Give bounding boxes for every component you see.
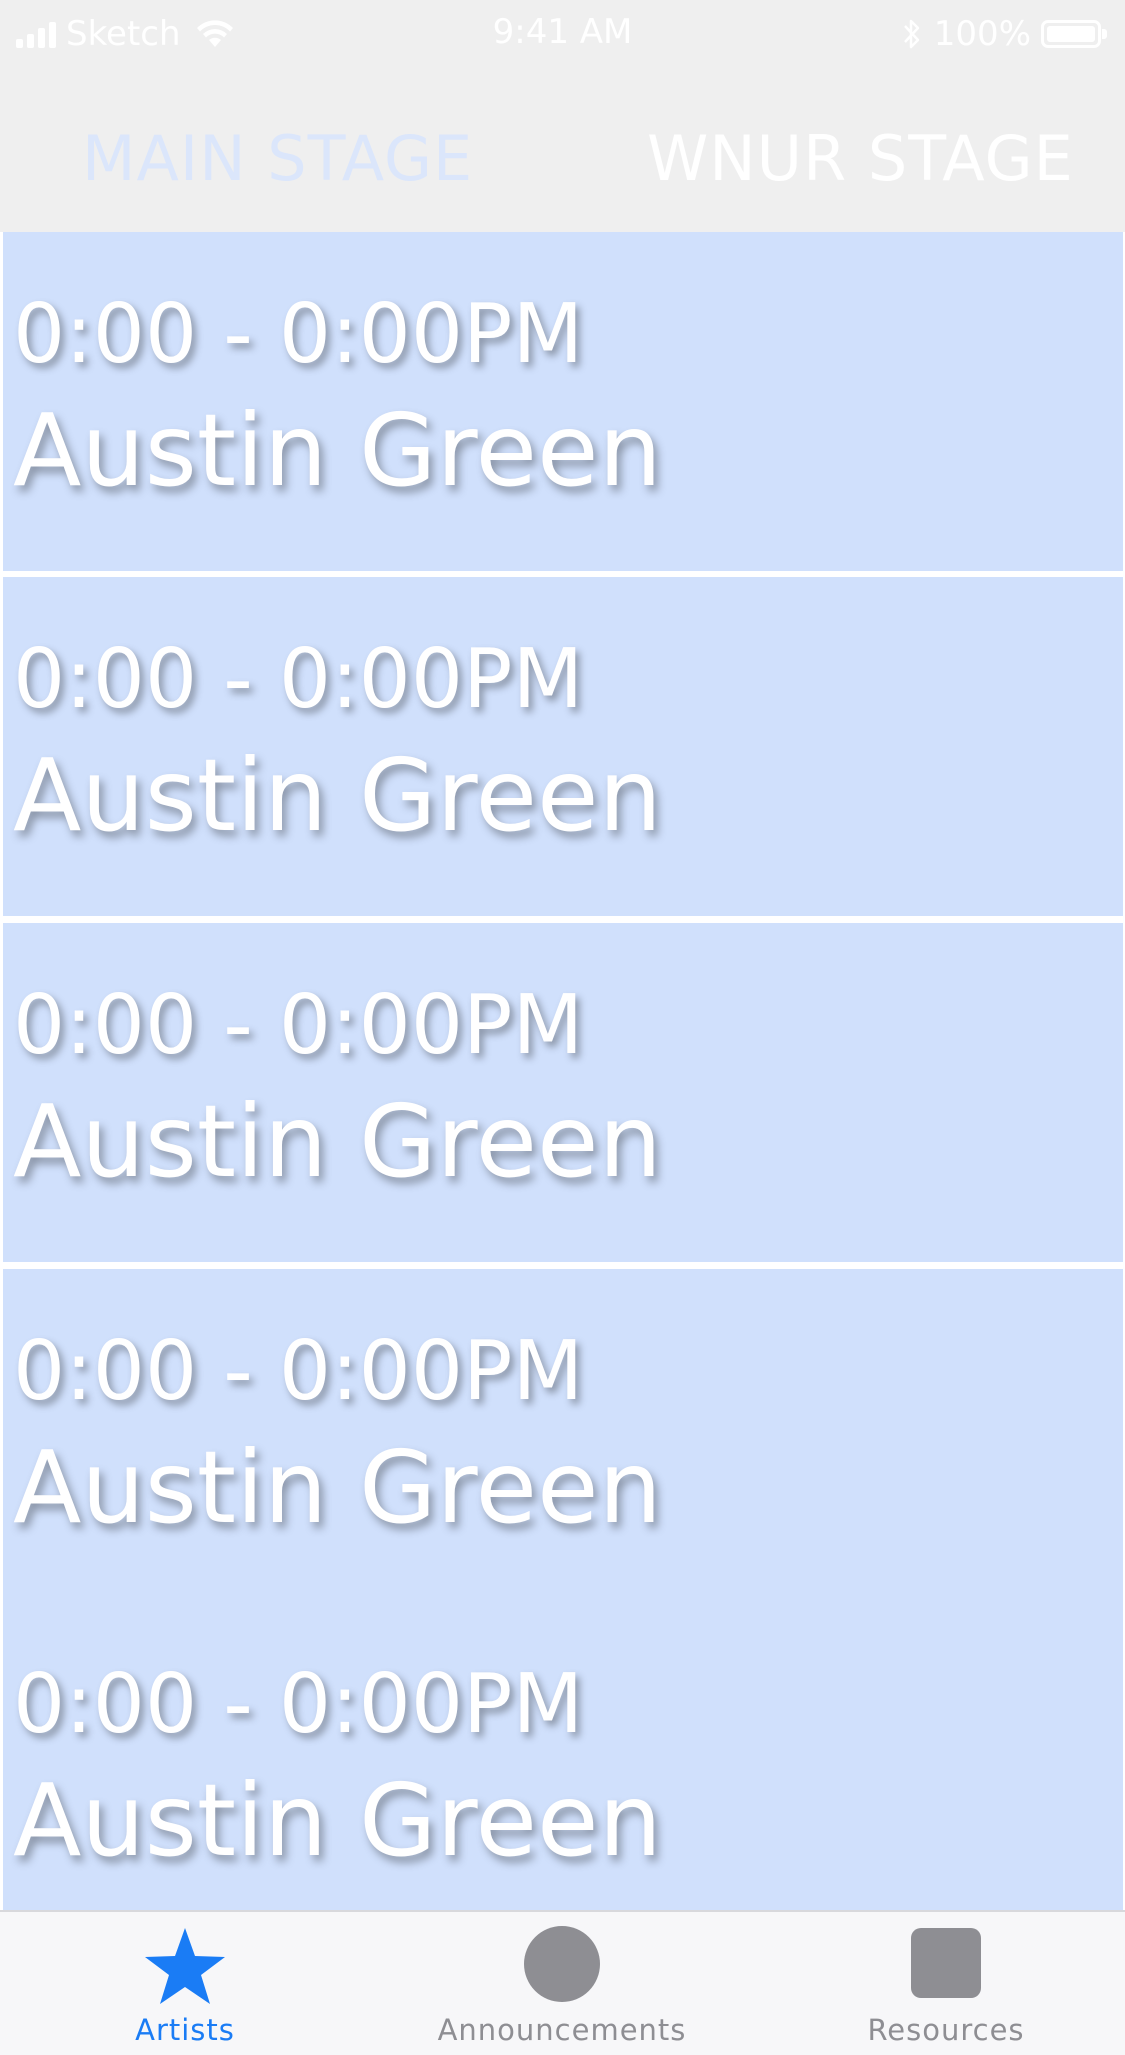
stage-selector: MAIN STAGE WNUR STAGE <box>0 68 1125 232</box>
artist-schedule-list[interactable]: 0:00 - 0:00PM Austin Green 0:00 - 0:00PM… <box>0 232 1125 1910</box>
list-item[interactable]: 0:00 - 0:00PM Austin Green <box>3 232 1123 571</box>
battery-level <box>1047 26 1095 42</box>
tab-resources[interactable]: Resources <box>846 1912 1046 2055</box>
set-time: 0:00 - 0:00PM <box>13 1657 584 1752</box>
square-icon <box>911 1928 981 1998</box>
set-time: 0:00 - 0:00PM <box>13 978 584 1073</box>
list-item[interactable]: 0:00 - 0:00PM Austin Green <box>3 923 1123 1262</box>
battery-icon <box>1041 20 1107 48</box>
star-icon <box>145 1928 225 2004</box>
tab-main-stage[interactable]: MAIN STAGE <box>82 122 473 195</box>
bluetooth-icon <box>903 19 920 49</box>
artist-name: Austin Green <box>13 1429 662 1546</box>
list-item[interactable]: 0:00 - 0:00PM Austin Green <box>3 1602 1123 1910</box>
status-bar: Sketch 9:41 AM 100% <box>0 0 1125 68</box>
list-item[interactable]: 0:00 - 0:00PM Austin Green <box>3 577 1123 916</box>
set-time: 0:00 - 0:00PM <box>13 1324 584 1419</box>
list-item[interactable]: 0:00 - 0:00PM Austin Green <box>3 1269 1123 1608</box>
tab-announcements-label: Announcements <box>437 2013 687 2047</box>
battery-percent: 100% <box>933 14 1031 54</box>
tab-resources-label: Resources <box>867 2013 1025 2047</box>
set-time: 0:00 - 0:00PM <box>13 632 584 727</box>
app-screen: Sketch 9:41 AM 100% MAIN STAGE WNUR STAG… <box>0 0 1125 2055</box>
bottom-tab-bar: Artists Announcements Resources <box>0 1910 1125 2055</box>
artist-name: Austin Green <box>13 1083 662 1200</box>
tab-artists-label: Artists <box>135 2013 235 2047</box>
tab-artists[interactable]: Artists <box>95 1912 275 2055</box>
tab-wnur-stage[interactable]: WNUR STAGE <box>647 122 1074 195</box>
artist-name: Austin Green <box>13 392 662 509</box>
set-time: 0:00 - 0:00PM <box>13 287 584 382</box>
status-right: 100% <box>900 12 1107 56</box>
tab-announcements[interactable]: Announcements <box>422 1912 702 2055</box>
artist-name: Austin Green <box>13 1762 662 1879</box>
circle-icon <box>524 1926 600 2002</box>
artist-name: Austin Green <box>13 737 662 854</box>
